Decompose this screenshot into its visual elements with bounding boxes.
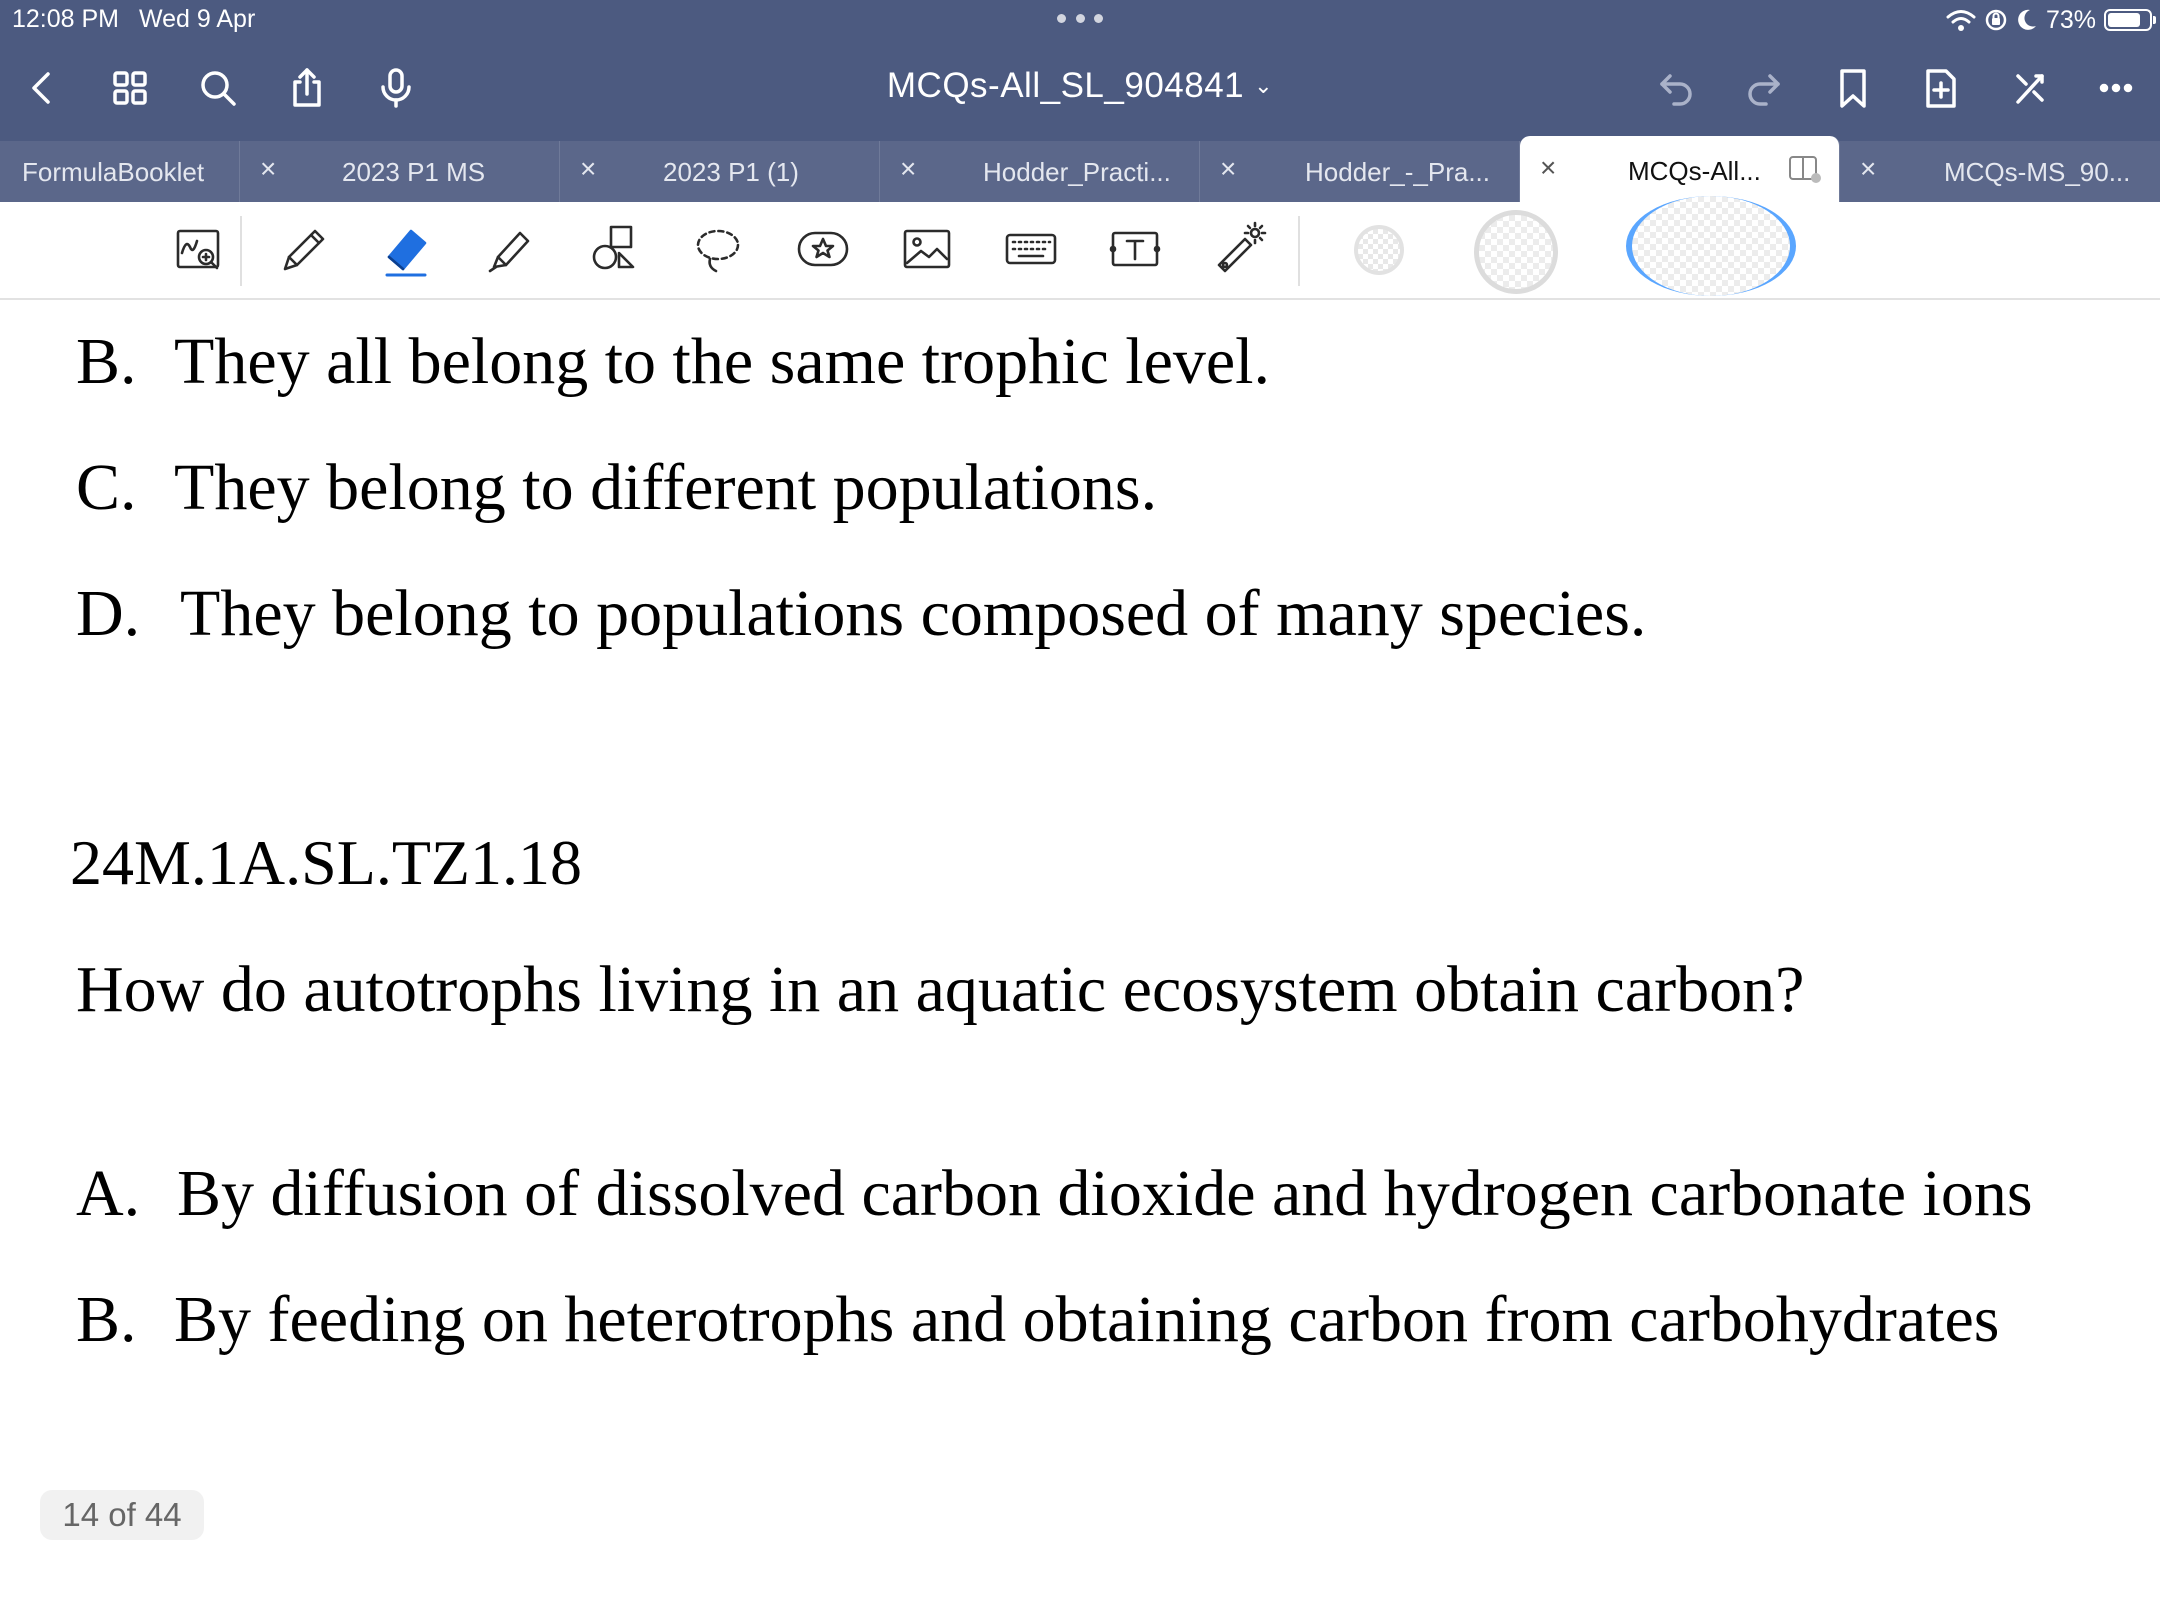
option-text: They all belong to the same trophic leve…	[174, 325, 1270, 398]
top-bar: 12:08 PM Wed 9 Apr 73% MCQs-All_SL_90484…	[0, 0, 2160, 141]
option-text: They belong to different populations.	[174, 451, 1158, 524]
toolbar-separator	[1298, 216, 1300, 286]
keyboard-icon[interactable]	[998, 216, 1064, 282]
sticker-icon[interactable]	[790, 216, 856, 282]
answer-option: B. They all belong to the same trophic le…	[76, 324, 1270, 400]
answer-option: A. By diffusion of dissolved carbon dioxi…	[76, 1156, 2033, 1232]
tab-label: Hodder_Practi...	[983, 157, 1171, 187]
undo-icon[interactable]	[1646, 58, 1706, 118]
status-indicators: 73%	[1946, 4, 2156, 36]
pdf-page[interactable]: B. They all belong to the same trophic le…	[0, 300, 2160, 1620]
moon-icon	[2018, 9, 2036, 30]
tab-hodder-pra[interactable]: × Hodder_-_Pra...	[1200, 141, 1520, 202]
tab-hodder-practice[interactable]: × Hodder_Practi...	[880, 141, 1200, 202]
option-letter: D.	[76, 577, 141, 650]
tab-bar: FormulaBooklet × 2023 P1 MS × 2023 P1 (1…	[0, 136, 2160, 202]
multitasking-handle[interactable]	[1057, 14, 1103, 26]
annotation-toolbar	[0, 196, 2160, 300]
answer-option: C. They belong to different populations.	[76, 450, 1157, 526]
pen-icon[interactable]	[270, 216, 336, 282]
tab-label: MCQs-MS_90...	[1944, 157, 2131, 187]
chevron-down-icon: ⌄	[1254, 73, 1274, 98]
tab-label: FormulaBooklet	[22, 157, 205, 187]
tab-label: 2023 P1 MS	[342, 157, 486, 187]
battery-percent: 73%	[2045, 5, 2096, 34]
close-pen-icon[interactable]	[2000, 58, 2060, 118]
option-text: By feeding on heterotrophs and obtaining…	[174, 1283, 2000, 1356]
lasso-icon[interactable]	[685, 216, 751, 282]
option-letter: B.	[76, 325, 137, 398]
close-icon[interactable]: ×	[1220, 153, 1236, 185]
status-date: Wed 9 Apr	[139, 5, 256, 33]
tab-mcqs-ms[interactable]: × MCQs-MS_90...	[1840, 141, 2160, 202]
split-view-icon[interactable]	[1788, 154, 1822, 184]
option-letter: A.	[76, 1157, 141, 1230]
answer-option: D. They belong to populations composed of…	[76, 576, 1646, 652]
image-icon[interactable]	[894, 216, 960, 282]
page-counter[interactable]: 14 of 44	[40, 1490, 204, 1540]
close-icon[interactable]: ×	[260, 153, 276, 185]
color-swatch-small[interactable]	[1354, 225, 1404, 275]
status-time: 12:08 PM	[12, 5, 120, 33]
tab-mcqs-all[interactable]: × MCQs-All...	[1520, 136, 1840, 202]
eraser-icon[interactable]	[372, 216, 438, 282]
close-icon[interactable]: ×	[1540, 152, 1556, 184]
question-id: 24M.1A.SL.TZ1.18	[70, 827, 582, 898]
color-swatch-medium[interactable]	[1474, 210, 1558, 294]
toolbar-separator	[240, 216, 242, 286]
bookmark-icon[interactable]	[1823, 58, 1883, 118]
close-icon[interactable]: ×	[900, 153, 916, 185]
text-box-icon[interactable]	[1102, 216, 1168, 282]
laser-pointer-icon[interactable]	[1206, 216, 1272, 282]
option-text: By diffusion of dissolved carbon dioxide…	[177, 1157, 2033, 1230]
option-text: They belong to populations composed of m…	[180, 577, 1647, 650]
color-swatch-large-selected[interactable]	[1626, 196, 1796, 296]
battery-icon	[2104, 9, 2156, 31]
highlighter-icon[interactable]	[477, 216, 543, 282]
wifi-icon	[1946, 10, 1976, 31]
redo-icon[interactable]	[1734, 58, 1794, 118]
option-letter: C.	[76, 451, 137, 524]
tab-label: 2023 P1 (1)	[663, 157, 799, 187]
answer-option: B. By feeding on heterotrophs and obtaini…	[76, 1282, 1999, 1358]
handwriting-zoom-icon[interactable]	[165, 216, 231, 282]
tab-formulabooklet[interactable]: FormulaBooklet	[0, 141, 240, 202]
option-letter: B.	[76, 1283, 137, 1356]
tab-2023-p1-1[interactable]: × 2023 P1 (1)	[560, 141, 880, 202]
tab-2023-p1-ms[interactable]: × 2023 P1 MS	[240, 141, 560, 202]
shapes-icon[interactable]	[582, 216, 648, 282]
more-icon[interactable]	[2086, 58, 2146, 118]
add-page-icon[interactable]	[1911, 58, 1971, 118]
document-title-text: MCQs-All_SL_904841	[886, 66, 1245, 105]
tab-label: MCQs-All...	[1628, 156, 1761, 186]
orientation-lock-icon	[1985, 9, 2007, 31]
close-icon[interactable]: ×	[1860, 153, 1876, 185]
tab-label: Hodder_-_Pra...	[1305, 157, 1490, 187]
question-text: How do autotrophs living in an aquatic e…	[76, 953, 1805, 1026]
close-icon[interactable]: ×	[580, 153, 596, 185]
